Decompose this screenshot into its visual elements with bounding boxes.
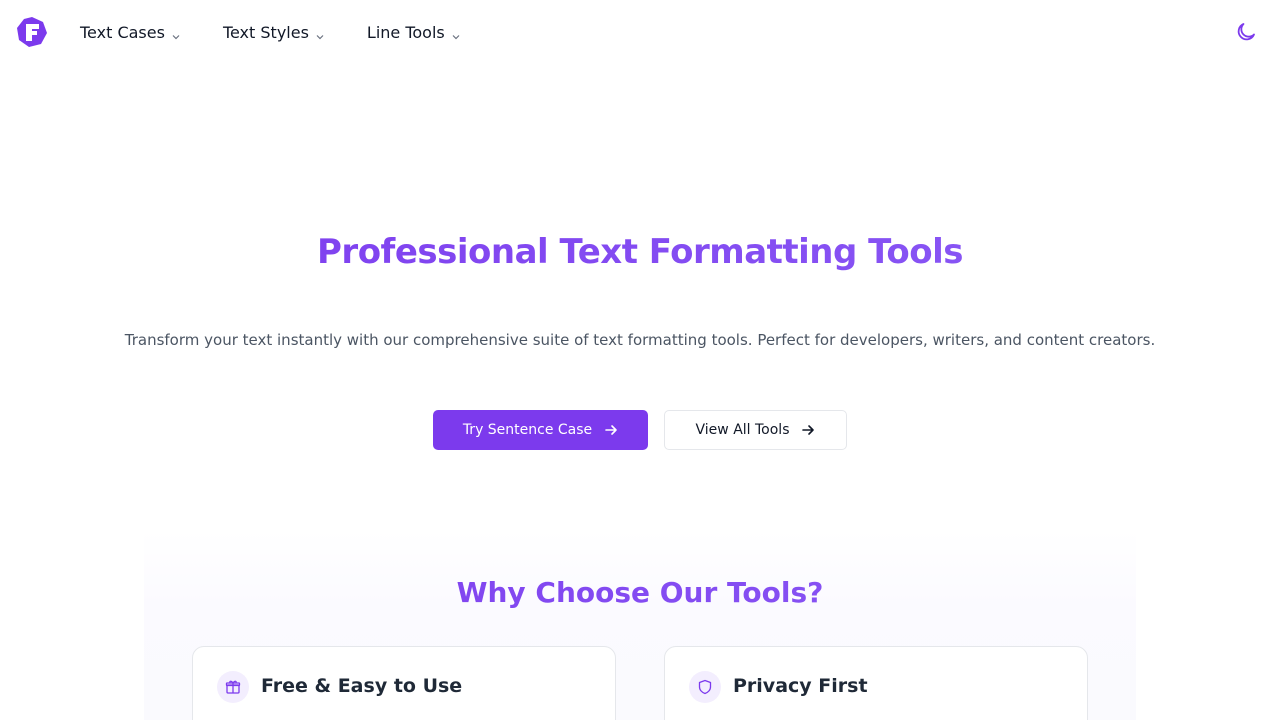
main-nav: Text Cases Text Styles Line Tools (80, 20, 503, 44)
site-header: Text Cases Text Styles Line Tools (0, 0, 1280, 64)
logo-icon[interactable] (16, 16, 48, 48)
chevron-down-icon (451, 27, 461, 40)
shield-icon (689, 671, 721, 703)
try-sentence-case-button[interactable]: Try Sentence Case (433, 410, 648, 450)
feature-card-free: Free & Easy to Use (192, 646, 616, 720)
nav-label: Text Styles (222, 22, 309, 42)
nav-line-tools[interactable]: Line Tools (367, 20, 461, 44)
button-label: View All Tools (695, 422, 790, 438)
moon-icon[interactable] (1234, 20, 1258, 44)
hero-subtitle: Transform your text instantly with our c… (124, 331, 1156, 349)
view-all-tools-button[interactable]: View All Tools (664, 410, 847, 450)
hero-title: Professional Text Formatting Tools (0, 232, 1280, 272)
arrow-right-icon (604, 423, 618, 437)
gift-icon (217, 671, 249, 703)
button-label: Try Sentence Case (462, 422, 593, 438)
nav-label: Text Cases (80, 22, 165, 42)
card-title: Privacy First (733, 675, 868, 697)
chevron-down-icon (315, 27, 325, 40)
feature-card-privacy: Privacy First (664, 646, 1088, 720)
arrow-right-icon (801, 423, 815, 437)
nav-label: Line Tools (366, 22, 445, 42)
nav-text-cases[interactable]: Text Cases (80, 20, 181, 44)
chevron-down-icon (171, 27, 181, 40)
card-title: Free & Easy to Use (261, 675, 463, 697)
section-title: Why Choose Our Tools? (0, 576, 1280, 609)
nav-text-styles[interactable]: Text Styles (223, 20, 325, 44)
